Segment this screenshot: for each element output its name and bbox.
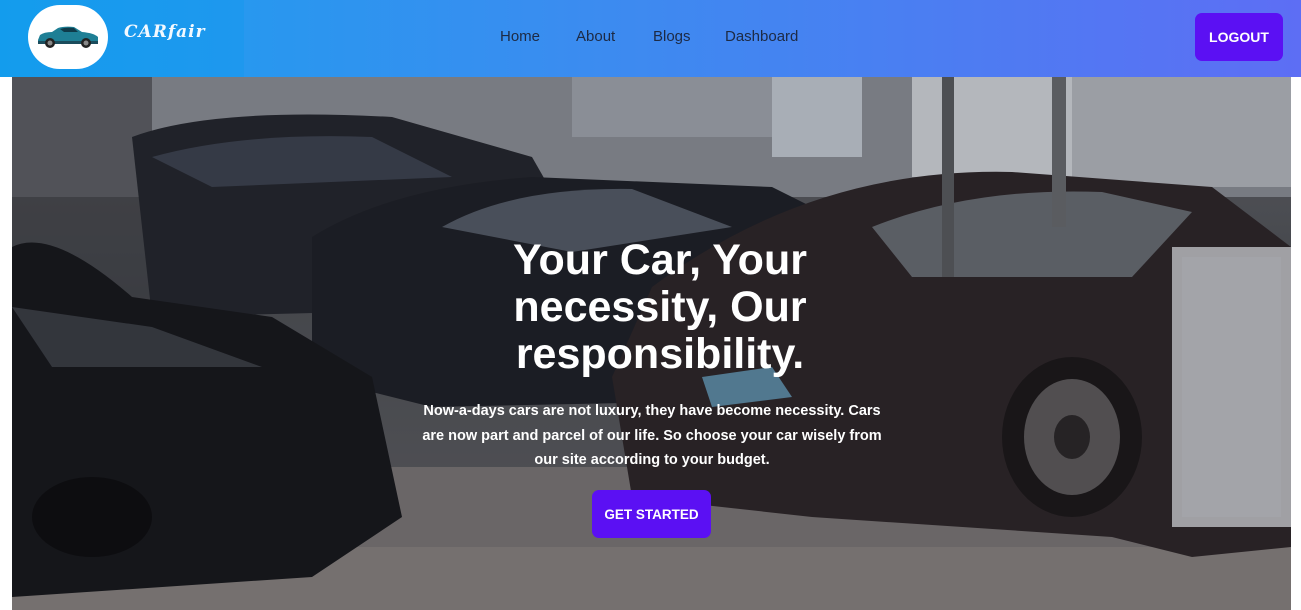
nav-link-blogs[interactable]: Blogs (653, 28, 691, 45)
nav-links: Home About Blogs Dashboard (0, 0, 1301, 77)
nav-link-home[interactable]: Home (500, 28, 540, 45)
logout-button[interactable]: LOGOUT (1195, 13, 1283, 61)
get-started-button[interactable]: GET STARTED (592, 490, 711, 538)
hero-section: Your Car, Your necessity, Our responsibi… (12, 77, 1291, 610)
nav-link-dashboard[interactable]: Dashboard (725, 28, 798, 45)
navbar: CARfair Home About Blogs Dashboard LOGOU… (0, 0, 1301, 77)
hero-title: Your Car, Your necessity, Our responsibi… (513, 236, 807, 378)
hero-description: Now-a-days cars are not luxury, they hav… (422, 403, 882, 468)
nav-link-about[interactable]: About (576, 28, 615, 45)
